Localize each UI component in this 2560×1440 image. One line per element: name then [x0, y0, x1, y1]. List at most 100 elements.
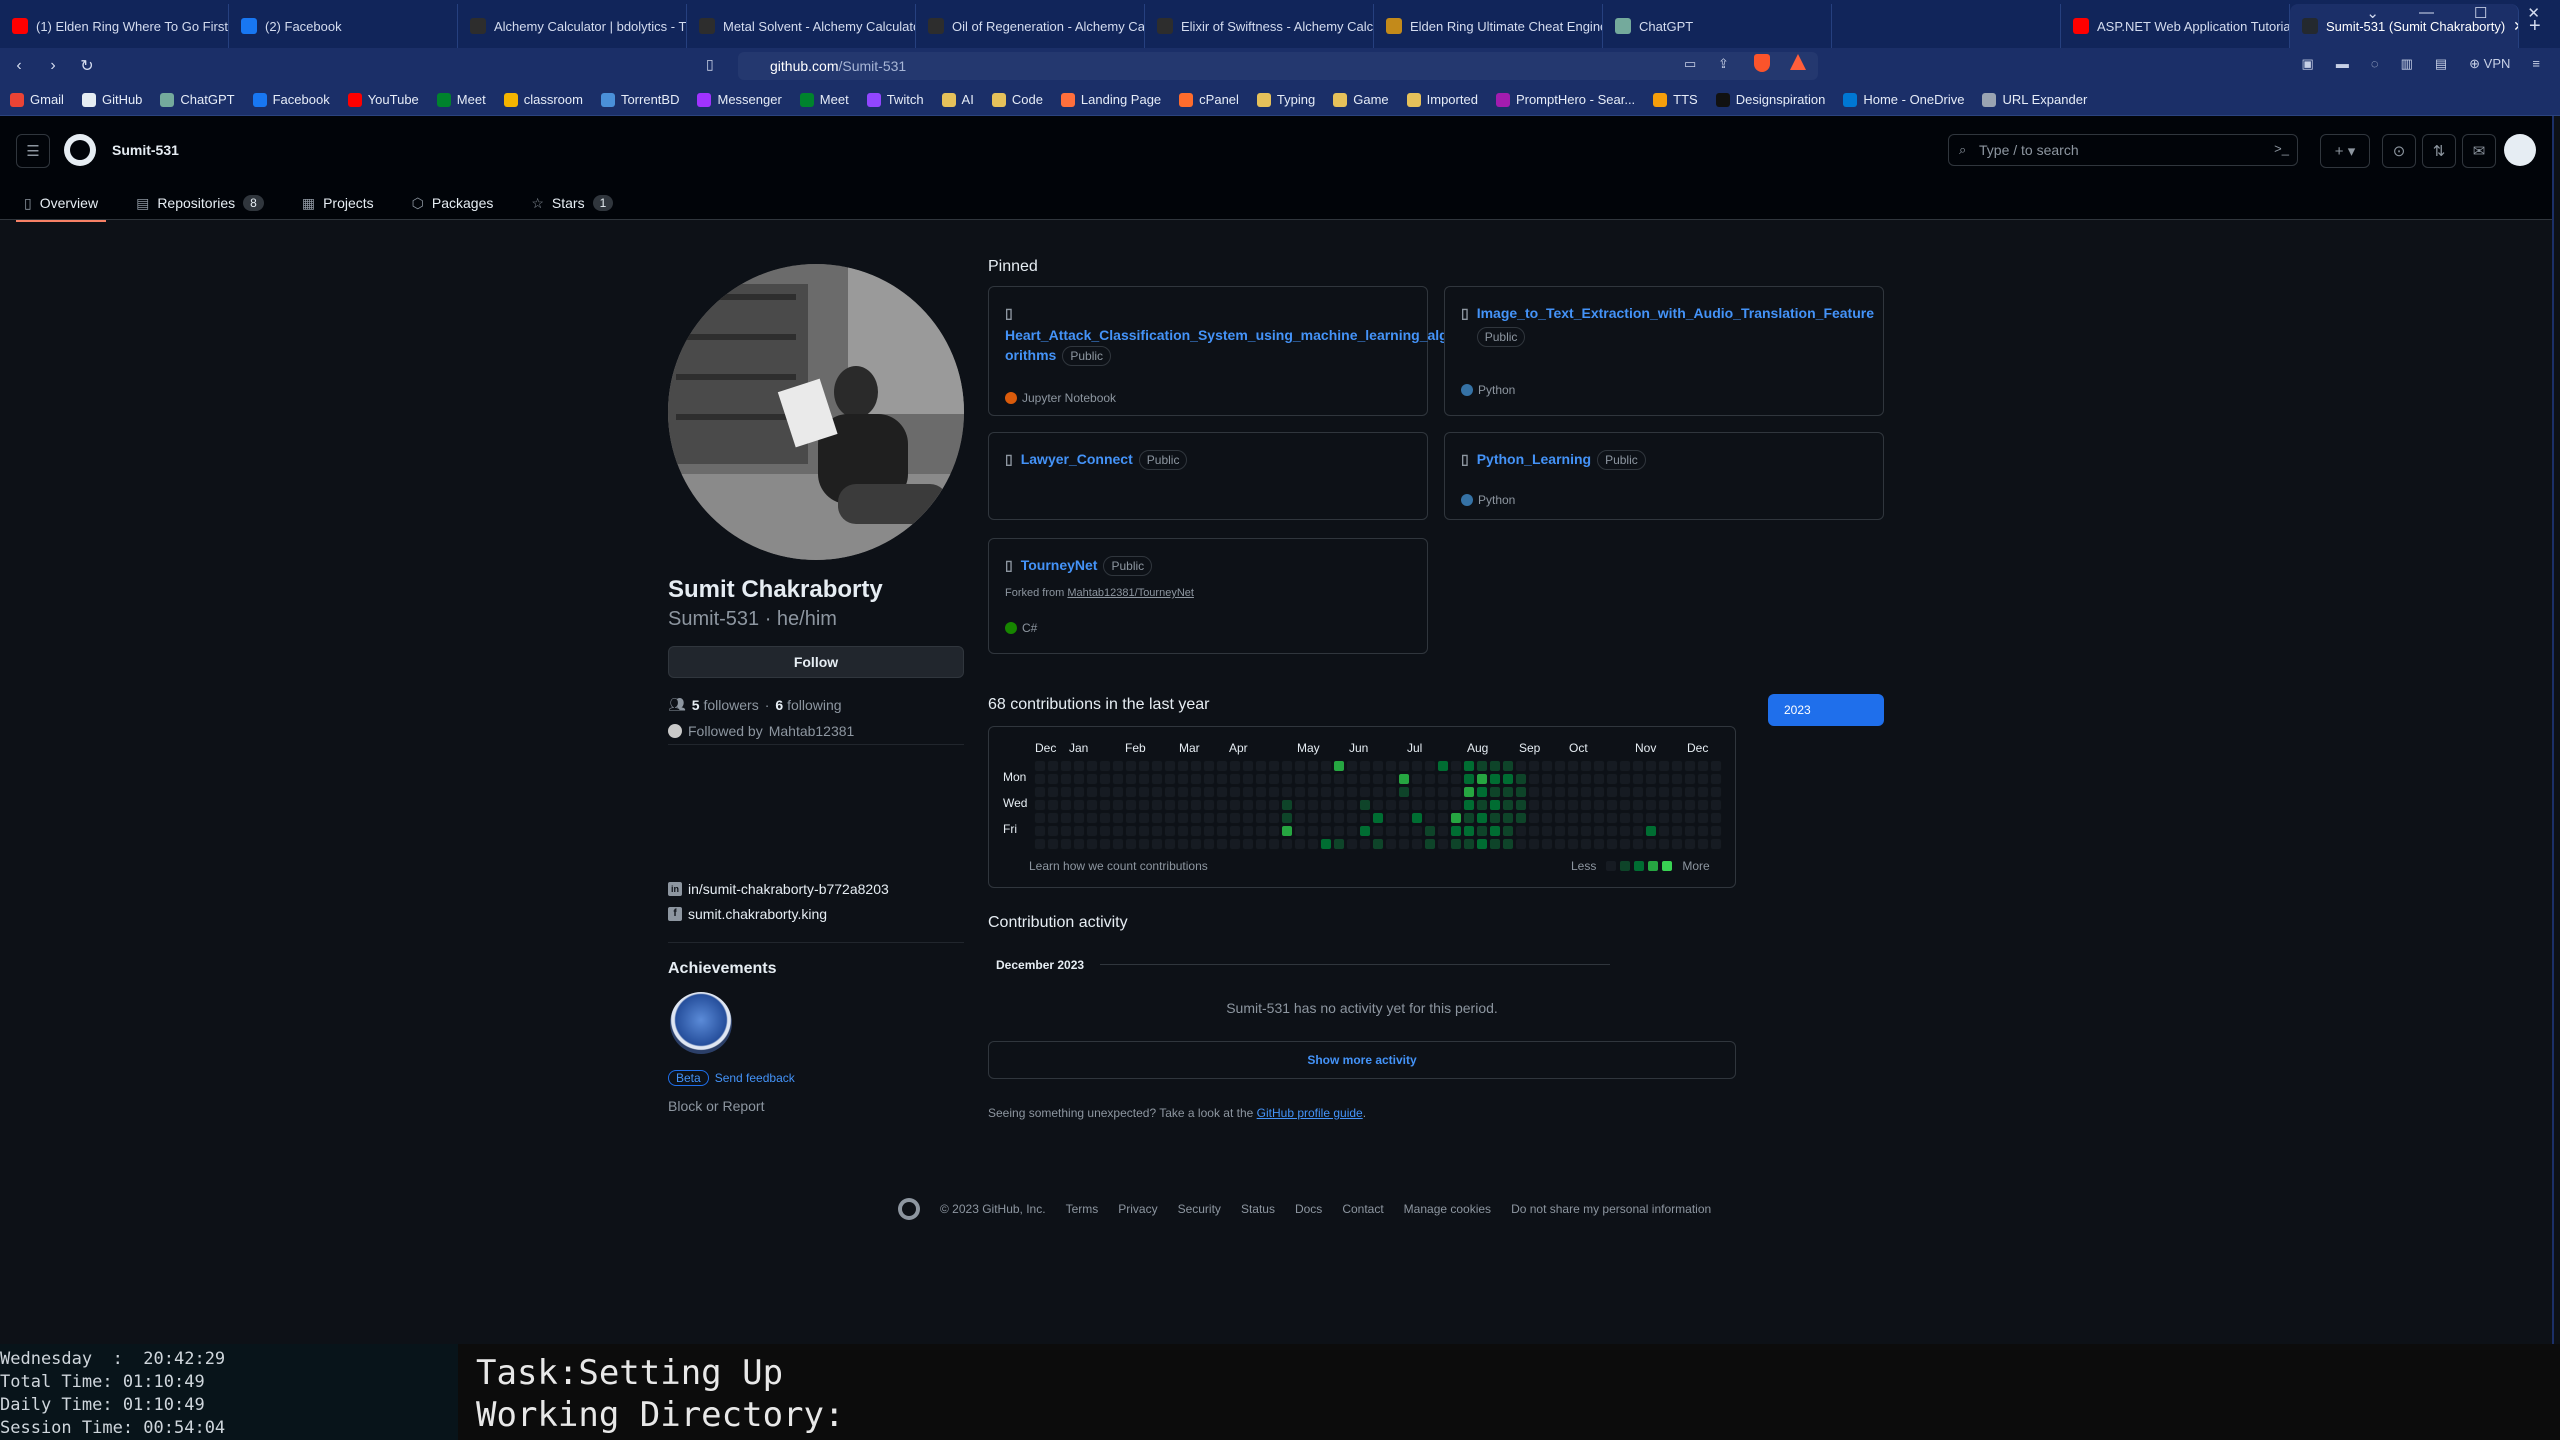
contribution-day-cell[interactable] — [1372, 786, 1384, 798]
contribution-day-cell[interactable] — [1099, 812, 1111, 824]
browser-tab[interactable]: (1) Elden Ring Where To Go First | — [0, 4, 229, 48]
contribution-day-cell[interactable] — [1229, 786, 1241, 798]
contribution-day-cell[interactable] — [1346, 812, 1358, 824]
contribution-day-cell[interactable] — [1190, 825, 1202, 837]
contribution-day-cell[interactable] — [1437, 760, 1449, 772]
contribution-day-cell[interactable] — [1177, 838, 1189, 850]
contribution-day-cell[interactable] — [1671, 786, 1683, 798]
bookmark-item[interactable]: Code — [991, 92, 1043, 107]
contribution-day-cell[interactable] — [1424, 812, 1436, 824]
contribution-day-cell[interactable] — [1255, 812, 1267, 824]
contribution-day-cell[interactable] — [1593, 838, 1605, 850]
contribution-day-cell[interactable] — [1333, 838, 1345, 850]
contribution-day-cell[interactable] — [1086, 838, 1098, 850]
contribution-day-cell[interactable] — [1086, 812, 1098, 824]
contribution-day-cell[interactable] — [1112, 760, 1124, 772]
contribution-day-cell[interactable] — [1333, 825, 1345, 837]
contribution-day-cell[interactable] — [1099, 838, 1111, 850]
contribution-day-cell[interactable] — [1619, 773, 1631, 785]
command-palette-icon[interactable]: >_ — [2274, 141, 2289, 156]
contribution-day-cell[interactable] — [1359, 799, 1371, 811]
menu-hamburger-icon[interactable]: ☰ — [16, 134, 50, 168]
contribution-day-cell[interactable] — [1229, 773, 1241, 785]
contribution-day-cell[interactable] — [1255, 786, 1267, 798]
bookmark-item[interactable]: classroom — [503, 92, 583, 107]
contribution-day-cell[interactable] — [1203, 838, 1215, 850]
contribution-day-cell[interactable] — [1411, 825, 1423, 837]
contribution-day-cell[interactable] — [1229, 799, 1241, 811]
contribution-day-cell[interactable] — [1606, 773, 1618, 785]
contribution-day-cell[interactable] — [1112, 825, 1124, 837]
contribution-day-cell[interactable] — [1281, 760, 1293, 772]
bookmark-item[interactable]: Messenger — [697, 92, 782, 107]
contribution-day-cell[interactable] — [1190, 760, 1202, 772]
contribution-day-cell[interactable] — [1255, 760, 1267, 772]
contribution-day-cell[interactable] — [1281, 786, 1293, 798]
contribution-day-cell[interactable] — [1333, 760, 1345, 772]
contribution-day-cell[interactable] — [1060, 799, 1072, 811]
contribution-day-cell[interactable] — [1047, 773, 1059, 785]
contribution-day-cell[interactable] — [1333, 786, 1345, 798]
contribution-day-cell[interactable] — [1658, 760, 1670, 772]
contribution-day-cell[interactable] — [1138, 825, 1150, 837]
github-logo-icon[interactable] — [64, 134, 96, 166]
contribution-day-cell[interactable] — [1151, 760, 1163, 772]
contribution-day-cell[interactable] — [1541, 773, 1553, 785]
contribution-day-cell[interactable] — [1528, 812, 1540, 824]
contribution-day-cell[interactable] — [1450, 825, 1462, 837]
contribution-day-cell[interactable] — [1073, 799, 1085, 811]
tab-overview[interactable]: ▯ Overview — [16, 186, 107, 222]
contribution-day-cell[interactable] — [1294, 838, 1306, 850]
bookmark-item[interactable]: Landing Page — [1060, 92, 1161, 107]
contribution-day-cell[interactable] — [1515, 799, 1527, 811]
repo-name-link[interactable]: Python_Learning Public — [1477, 449, 1646, 470]
contribution-day-cell[interactable] — [1502, 773, 1514, 785]
contribution-day-cell[interactable] — [1684, 812, 1696, 824]
contribution-day-cell[interactable] — [1229, 825, 1241, 837]
contribution-day-cell[interactable] — [1164, 799, 1176, 811]
contribution-day-cell[interactable] — [1593, 812, 1605, 824]
contribution-day-cell[interactable] — [1385, 812, 1397, 824]
contribution-day-cell[interactable] — [1359, 812, 1371, 824]
share-icon[interactable]: ⇪ — [1718, 56, 1729, 72]
show-more-activity-button[interactable]: Show more activity — [988, 1041, 1736, 1079]
contribution-day-cell[interactable] — [1099, 760, 1111, 772]
contribution-day-cell[interactable] — [1034, 786, 1046, 798]
contribution-day-cell[interactable] — [1099, 786, 1111, 798]
bookmark-item[interactable]: URL Expander — [1982, 92, 2087, 107]
browser-tab[interactable]: ASP.NET Web Application Tutorial — [2061, 4, 2290, 48]
contribution-day-cell[interactable] — [1060, 773, 1072, 785]
contribution-day-cell[interactable] — [1346, 760, 1358, 772]
contribution-day-cell[interactable] — [1203, 825, 1215, 837]
contribution-day-cell[interactable] — [1281, 812, 1293, 824]
cast-icon[interactable]: ▭ — [1684, 56, 1696, 72]
contribution-day-cell[interactable] — [1489, 760, 1501, 772]
address-bar[interactable]: github.com/Sumit-531 — [738, 52, 1818, 80]
contribution-day-cell[interactable] — [1658, 786, 1670, 798]
contribution-day-cell[interactable] — [1450, 760, 1462, 772]
contribution-day-cell[interactable] — [1710, 799, 1722, 811]
contribution-day-cell[interactable] — [1047, 825, 1059, 837]
contribution-day-cell[interactable] — [1294, 812, 1306, 824]
browser-tab[interactable]: ChatGPT — [1603, 4, 1832, 48]
browser-tab[interactable]: Metal Solvent - Alchemy Calculato — [687, 4, 916, 48]
sidebar-icon[interactable]: ▥ — [2401, 56, 2413, 72]
contribution-day-cell[interactable] — [1164, 760, 1176, 772]
contribution-day-cell[interactable] — [1385, 825, 1397, 837]
contribution-day-cell[interactable] — [1593, 799, 1605, 811]
contribution-day-cell[interactable] — [1580, 786, 1592, 798]
contribution-day-cell[interactable] — [1710, 838, 1722, 850]
contribution-day-cell[interactable] — [1112, 773, 1124, 785]
bookmark-item[interactable]: Typing — [1256, 92, 1315, 107]
contribution-day-cell[interactable] — [1164, 773, 1176, 785]
bookmark-item[interactable]: cPanel — [1179, 92, 1239, 107]
bookmark-item[interactable]: ChatGPT — [160, 92, 235, 107]
contribution-day-cell[interactable] — [1346, 838, 1358, 850]
contribution-day-cell[interactable] — [1411, 786, 1423, 798]
maximize-icon[interactable]: ☐ — [2474, 4, 2487, 22]
contribution-day-cell[interactable] — [1372, 825, 1384, 837]
contribution-day-cell[interactable] — [1528, 760, 1540, 772]
contribution-day-cell[interactable] — [1047, 799, 1059, 811]
bookmark-item[interactable]: YouTube — [347, 92, 419, 107]
contribution-day-cell[interactable] — [1034, 838, 1046, 850]
